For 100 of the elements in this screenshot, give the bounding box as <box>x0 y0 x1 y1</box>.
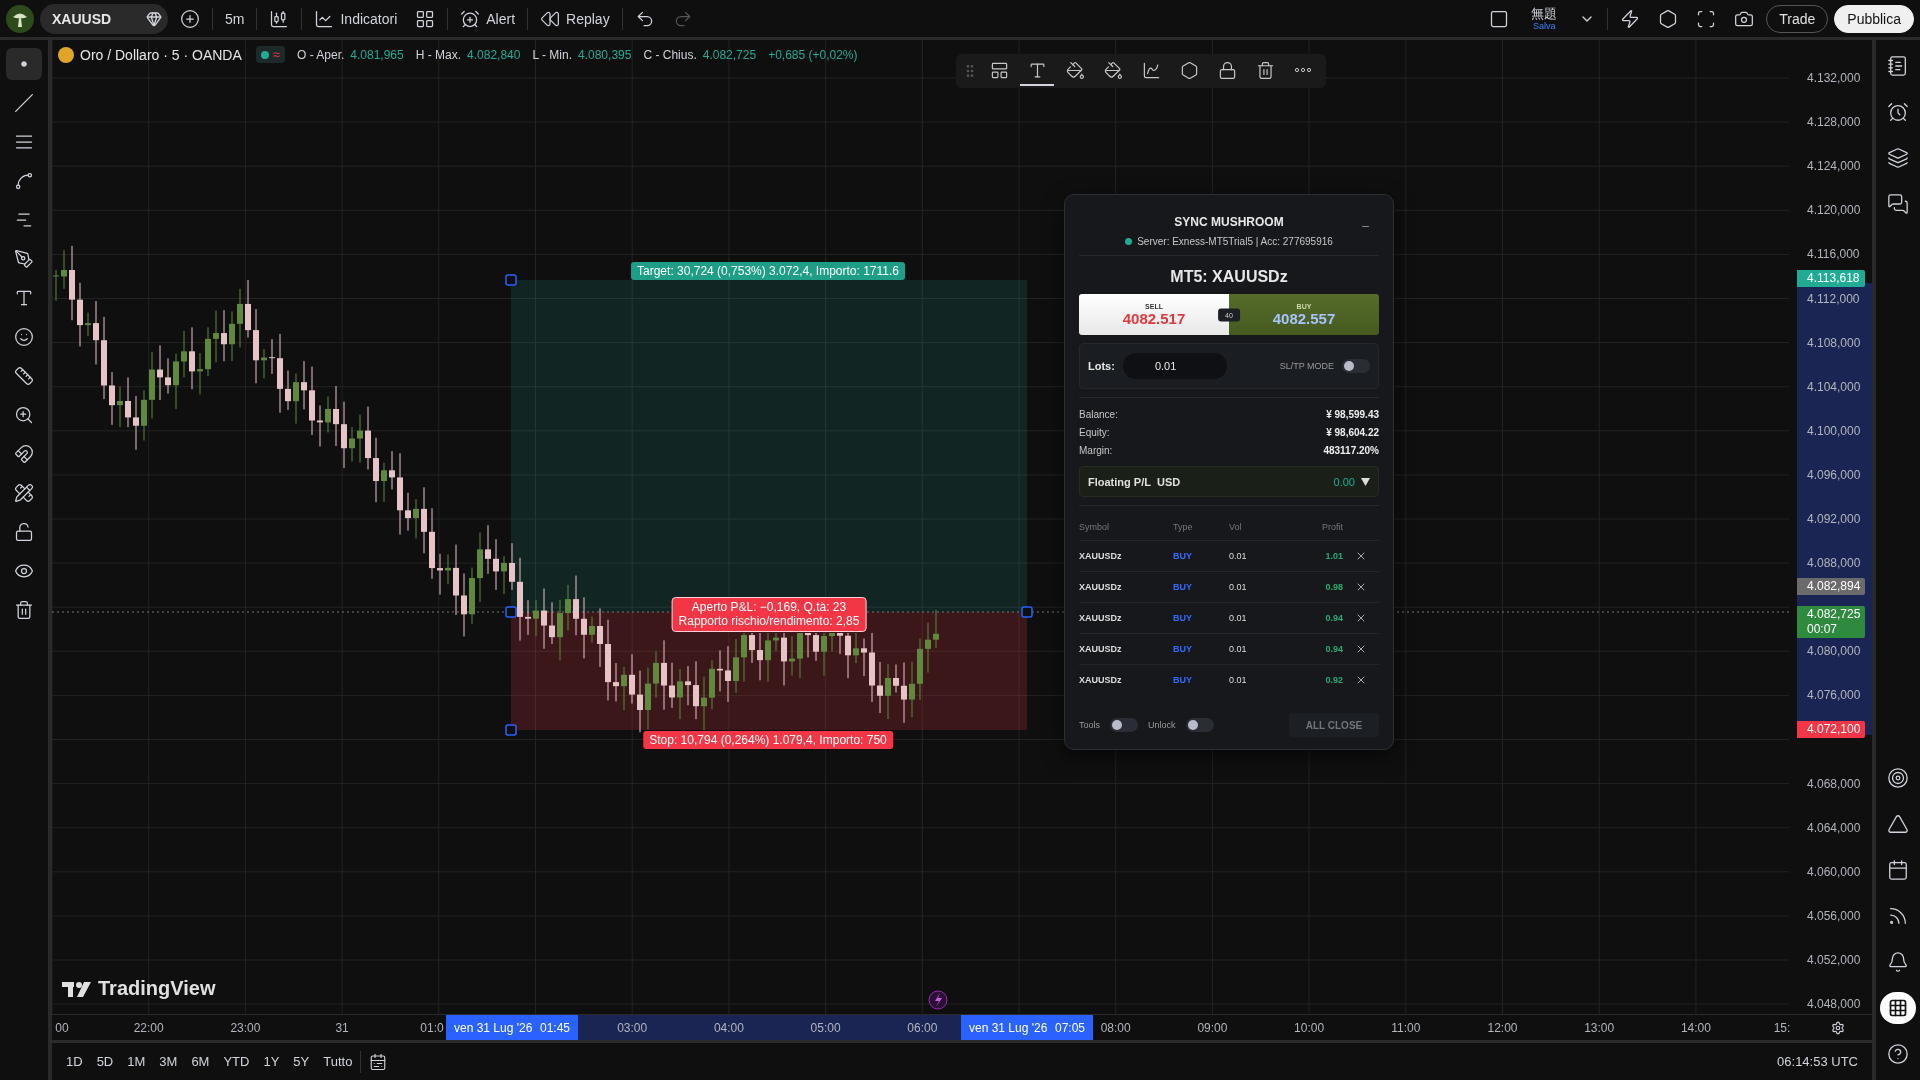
time-tick: 03:00 <box>617 1021 648 1035</box>
table-cell-text: BUY <box>1173 582 1193 592</box>
price-tick: 4.068,000 <box>1807 776 1861 791</box>
price-tick: 4.112,000 <box>1807 291 1860 306</box>
price-tick: 4.088,000 <box>1807 556 1861 571</box>
time-tick: 09:00 <box>1197 1021 1228 1035</box>
account-label: Balance: <box>1079 408 1118 422</box>
range-button[interactable]: 5Y <box>287 1050 316 1073</box>
price-tick: 4.060,000 <box>1807 864 1861 879</box>
table-cell-text: 0.01 <box>1229 582 1248 592</box>
symbol-title[interactable]: Oro / Dollaro · 5 · OANDA <box>80 46 242 63</box>
price-tick: 4.080,000 <box>1807 644 1861 659</box>
server-info: Server: Exness-MT5Trial5 | Acc: 277695916 <box>1137 236 1333 247</box>
time-cursor-label: ven 31 Lug '26 01:45 <box>446 1015 578 1040</box>
ohlc-label: O - Aper. <box>296 47 345 62</box>
price-tick: 4.096,000 <box>1807 467 1861 482</box>
panel-symbol: MT5: XAUUSDz <box>1169 268 1289 286</box>
price-marker: 4.072,100 <box>1797 721 1865 738</box>
ohlc-value: 4.080,395 <box>578 47 632 62</box>
stop-label: Stop: 10,794 (0,264%) 1.079,4, Importo: 750 <box>643 731 893 749</box>
table-cell-text: XAUUSDz <box>1079 613 1123 623</box>
price-tick: 4.048,000 <box>1807 997 1861 1012</box>
symbol-search[interactable]: XAUUSD <box>40 3 168 34</box>
range-button[interactable]: Tutto <box>317 1050 359 1073</box>
price-tick: 4.116,000 <box>1807 247 1860 262</box>
pnl-label: Aperto P&L: −0,169, Q.tà: 23 Rapporto rischio/rendimento: 2,85 <box>671 597 867 632</box>
account-value: 483117.20% <box>1323 444 1379 458</box>
range-button[interactable]: 5D <box>90 1050 120 1073</box>
table-cell-text: 0.01 <box>1229 675 1248 685</box>
time-tick: 11:00 <box>1391 1021 1421 1035</box>
unlock-label: Unlock <box>1148 720 1176 730</box>
alert-button[interactable]: Alert <box>454 3 522 34</box>
interval-button[interactable]: 5m <box>219 3 251 34</box>
range-button[interactable]: 1M <box>121 1050 152 1073</box>
floating-pl-label: Floating P/L <box>1088 475 1151 488</box>
minimize-button[interactable]: – <box>1362 219 1369 233</box>
table-cell-text: XAUUSDz <box>1079 644 1123 654</box>
time-tick: 08:00 <box>1100 1021 1131 1035</box>
market-status[interactable]: ≈ <box>255 46 285 63</box>
table-cell-text: BUY <box>1173 551 1193 561</box>
price-tick: 4.076,000 <box>1807 688 1861 703</box>
publish-button[interactable]: Pubblica <box>1834 4 1914 33</box>
currency-label: USD <box>1156 475 1181 488</box>
ohlc-value: 4.082,840 <box>467 47 521 62</box>
table-cell-text: XAUUSDz <box>1079 582 1123 592</box>
table-cell-text: XAUUSDz <box>1079 675 1123 685</box>
price-tick: 4.104,000 <box>1807 379 1861 394</box>
table-cell-text: 0.98 <box>1324 582 1343 592</box>
ohlc-value: 4.082,725 <box>702 47 757 62</box>
lots-field[interactable]: 0.01 <box>1122 353 1227 379</box>
ohlc-value: 4.081,965 <box>350 47 404 62</box>
price-change: +0,685 (+0,02%) <box>768 47 858 62</box>
range-button[interactable]: 1Y <box>257 1050 286 1073</box>
range-button[interactable]: YTD <box>217 1050 256 1073</box>
sltp-label: SL/TP MODE <box>1279 361 1334 371</box>
price-marker: 4.113,618 <box>1797 270 1865 287</box>
time-tick: 12:00 <box>1487 1021 1518 1035</box>
column-header: Vol <box>1229 522 1243 532</box>
time-tick: 06:00 <box>907 1021 938 1035</box>
range-button[interactable]: 3M <box>153 1050 184 1073</box>
tools-label: Tools <box>1079 720 1100 730</box>
price-marker: 4.082,894 <box>1797 578 1865 595</box>
range-button[interactable]: 6M <box>185 1050 216 1073</box>
table-cell-text: 0.92 <box>1324 675 1343 685</box>
ohlc-label: L - Min. <box>532 47 572 62</box>
range-button[interactable]: 1D <box>60 1050 89 1073</box>
save-layout-button[interactable]: 無題 Salva <box>1521 6 1568 31</box>
time-tick: 04:00 <box>713 1021 744 1035</box>
column-header: Symbol <box>1079 522 1110 532</box>
time-tick: 01:0 <box>420 1021 444 1035</box>
price-marker: 4.082,725 00:07 <box>1797 606 1865 638</box>
price-tick: 4.064,000 <box>1807 820 1861 835</box>
account-value: ¥ 98,604.22 <box>1326 426 1379 440</box>
price-tick: 4.052,000 <box>1807 953 1861 967</box>
replay-button[interactable]: Replay <box>534 3 616 34</box>
table-cell-text: BUY <box>1173 644 1193 654</box>
time-tick: 31 <box>335 1021 349 1035</box>
account-value: ¥ 98,599.43 <box>1326 408 1379 422</box>
target-label: Target: 30,724 (0,753%) 3.072,4, Importo: 1711.6 <box>631 262 905 280</box>
price-tick: 4.128,000 <box>1807 115 1861 130</box>
time-tick: 10:00 <box>1294 1021 1325 1035</box>
lots-label: Lots: <box>1088 360 1115 372</box>
table-cell-text: BUY <box>1173 613 1193 623</box>
price-tick: 4.120,000 <box>1807 203 1861 218</box>
floating-pl-value: 0.00 <box>1333 475 1355 488</box>
table-cell-text: 0.94 <box>1324 644 1343 654</box>
panel-title: SYNC MUSHROOM <box>1174 215 1284 229</box>
table-cell-text: XAUUSDz <box>1079 551 1123 561</box>
time-tick: 22:00 <box>133 1021 164 1035</box>
column-header: Type <box>1173 522 1194 532</box>
price-tick: 4.108,000 <box>1807 335 1861 350</box>
time-tick: 23:00 <box>230 1021 261 1035</box>
table-cell-text: 0.01 <box>1229 551 1248 561</box>
time-tick: 14:00 <box>1680 1021 1711 1035</box>
indicators-button[interactable]: Indicatori <box>308 3 404 34</box>
table-cell-text: 0.01 <box>1229 613 1248 623</box>
column-header: Profit <box>1321 522 1343 532</box>
price-tick: 4.124,000 <box>1807 159 1861 174</box>
price-tick: 4.092,000 <box>1807 512 1861 526</box>
table-cell-text: 1.01 <box>1324 551 1343 561</box>
